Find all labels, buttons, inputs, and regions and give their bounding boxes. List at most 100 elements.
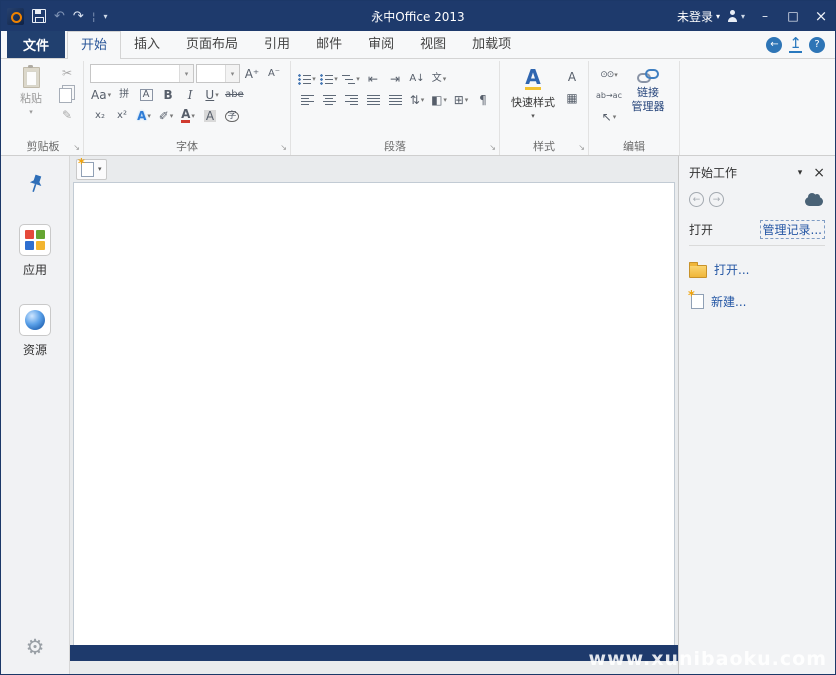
- styles-pane-button[interactable]: ▦: [562, 89, 582, 107]
- new-document-button[interactable]: ▾: [76, 159, 107, 180]
- font-name-dropdown-icon[interactable]: ▾: [179, 65, 193, 82]
- maximize-button[interactable]: □: [779, 1, 807, 31]
- replace-button[interactable]: ab→ac: [595, 87, 623, 105]
- open-file-item[interactable]: 打开...: [689, 261, 825, 278]
- resources-label: 资源: [23, 341, 47, 358]
- quick-styles-label: 快速样式: [511, 94, 555, 110]
- tab-view[interactable]: 视图: [407, 32, 459, 58]
- align-center-button[interactable]: [319, 91, 339, 109]
- character-shading-button[interactable]: A: [200, 107, 220, 125]
- strikethrough-button[interactable]: abe: [224, 86, 245, 104]
- minimize-button[interactable]: –: [751, 1, 779, 31]
- tab-references[interactable]: 引用: [251, 32, 303, 58]
- cut-button[interactable]: ✂: [57, 64, 77, 82]
- sort-button[interactable]: A↓: [407, 70, 427, 88]
- shading-button[interactable]: ◧ ▾: [429, 91, 449, 109]
- qat-customize-dropdown[interactable]: ▾: [104, 12, 108, 21]
- font-name-combo[interactable]: ▾: [90, 64, 194, 83]
- align-left-icon: [301, 95, 314, 106]
- borders-button[interactable]: ⊞ ▾: [451, 91, 471, 109]
- clipboard-dialog-launcher-icon[interactable]: ↘: [73, 144, 80, 152]
- quick-styles-button[interactable]: A 快速样式 ▾: [506, 64, 560, 120]
- align-right-button[interactable]: [341, 91, 361, 109]
- character-border-button[interactable]: A: [136, 86, 156, 104]
- distribute-button[interactable]: [385, 91, 405, 109]
- sidebar-item-resources[interactable]: 资源: [19, 304, 51, 358]
- superscript-button[interactable]: x²: [112, 107, 132, 125]
- paste-button[interactable]: 粘贴 ▾: [9, 64, 53, 116]
- upload-icon[interactable]: ↥: [789, 36, 802, 53]
- pinyin-guide-button[interactable]: 拼: [114, 86, 134, 104]
- enclose-characters-button[interactable]: 字: [222, 107, 242, 125]
- manage-records-link[interactable]: 管理记录...: [760, 220, 825, 239]
- line-spacing-button[interactable]: ⇅ ▾: [407, 91, 427, 109]
- bullets-button[interactable]: ▾: [297, 70, 317, 88]
- clipboard-icon: [23, 67, 40, 88]
- task-pane-close-icon[interactable]: ×: [813, 166, 825, 180]
- back-circle-icon[interactable]: ←: [766, 37, 782, 53]
- sidebar-item-apps[interactable]: 应用: [19, 224, 51, 278]
- text-effects-button[interactable]: A ▾: [134, 107, 154, 125]
- multilevel-list-button[interactable]: ▾: [341, 70, 361, 88]
- underline-dropdown-icon: ▾: [215, 92, 219, 99]
- font-size-combo[interactable]: ▾: [196, 64, 240, 83]
- asian-layout-button[interactable]: 文 ▾: [429, 70, 449, 88]
- user-icon[interactable]: [726, 10, 739, 22]
- numbering-icon: [320, 74, 333, 85]
- copy-button[interactable]: [57, 85, 77, 103]
- open-folder-icon: [689, 265, 707, 278]
- tab-addins[interactable]: 加载项: [459, 32, 524, 58]
- app-logo-icon[interactable]: [7, 8, 24, 25]
- save-icon[interactable]: [32, 9, 46, 23]
- close-button[interactable]: ×: [807, 1, 835, 31]
- font-dialog-launcher-icon[interactable]: ↘: [280, 144, 287, 152]
- user-dropdown-icon[interactable]: ▾: [741, 12, 745, 21]
- pane-home-icon[interactable]: [805, 197, 823, 206]
- tab-review[interactable]: 审阅: [355, 32, 407, 58]
- redo-button[interactable]: ↷: [73, 10, 84, 23]
- apply-style-button[interactable]: A: [562, 68, 582, 86]
- login-label: 未登录: [677, 8, 713, 25]
- paragraph-dialog-launcher-icon[interactable]: ↘: [489, 144, 496, 152]
- tab-insert[interactable]: 插入: [121, 32, 173, 58]
- tab-home[interactable]: 开始: [67, 31, 121, 59]
- tab-file[interactable]: 文件: [7, 31, 65, 58]
- bold-button[interactable]: B: [158, 86, 178, 104]
- new-document-icon: [81, 162, 94, 177]
- task-pane: 开始工作 ▾ × ← → 打开 管理记录... 打开... 新建...: [678, 156, 835, 674]
- shrink-font-button[interactable]: A⁻: [264, 65, 284, 83]
- align-left-button[interactable]: [297, 91, 317, 109]
- pane-back-button[interactable]: ←: [689, 192, 704, 207]
- numbering-button[interactable]: ▾: [319, 70, 339, 88]
- link-manager-label-line2: 管理器: [631, 101, 664, 114]
- styles-dialog-launcher-icon[interactable]: ↘: [578, 144, 585, 152]
- subscript-button[interactable]: x₂: [90, 107, 110, 125]
- font-color-button[interactable]: A ▾: [178, 107, 198, 125]
- document-page[interactable]: [73, 182, 675, 645]
- task-pane-options-icon[interactable]: ▾: [798, 168, 803, 178]
- find-button[interactable]: ⊙⊙ ▾: [595, 66, 623, 84]
- font-size-dropdown-icon[interactable]: ▾: [225, 65, 239, 82]
- new-file-item[interactable]: 新建...: [689, 293, 825, 310]
- change-case-button[interactable]: Aa ▾: [90, 86, 112, 104]
- grow-font-button[interactable]: A⁺: [242, 65, 262, 83]
- tab-mailings[interactable]: 邮件: [303, 32, 355, 58]
- login-button[interactable]: 未登录 ▾: [673, 8, 724, 25]
- pane-forward-button[interactable]: →: [709, 192, 724, 207]
- font-name-value: [91, 65, 179, 82]
- pushpin-button[interactable]: [24, 172, 47, 200]
- tab-page-layout[interactable]: 页面布局: [173, 32, 251, 58]
- link-manager-button[interactable]: 链接 管理器: [623, 64, 673, 113]
- help-icon[interactable]: ?: [809, 37, 825, 53]
- format-painter-button[interactable]: ✎: [57, 106, 77, 124]
- justify-button[interactable]: [363, 91, 383, 109]
- settings-gear-icon[interactable]: ⚙: [26, 637, 45, 658]
- italic-button[interactable]: I: [180, 86, 200, 104]
- highlight-button[interactable]: ✐ ▾: [156, 107, 176, 125]
- decrease-indent-button[interactable]: ⇤: [363, 70, 383, 88]
- show-marks-button[interactable]: ¶: [473, 91, 493, 109]
- underline-button[interactable]: U ▾: [202, 86, 222, 104]
- select-button[interactable]: ↖ ▾: [595, 108, 623, 126]
- undo-button[interactable]: ↶: [54, 10, 65, 23]
- increase-indent-button[interactable]: ⇥: [385, 70, 405, 88]
